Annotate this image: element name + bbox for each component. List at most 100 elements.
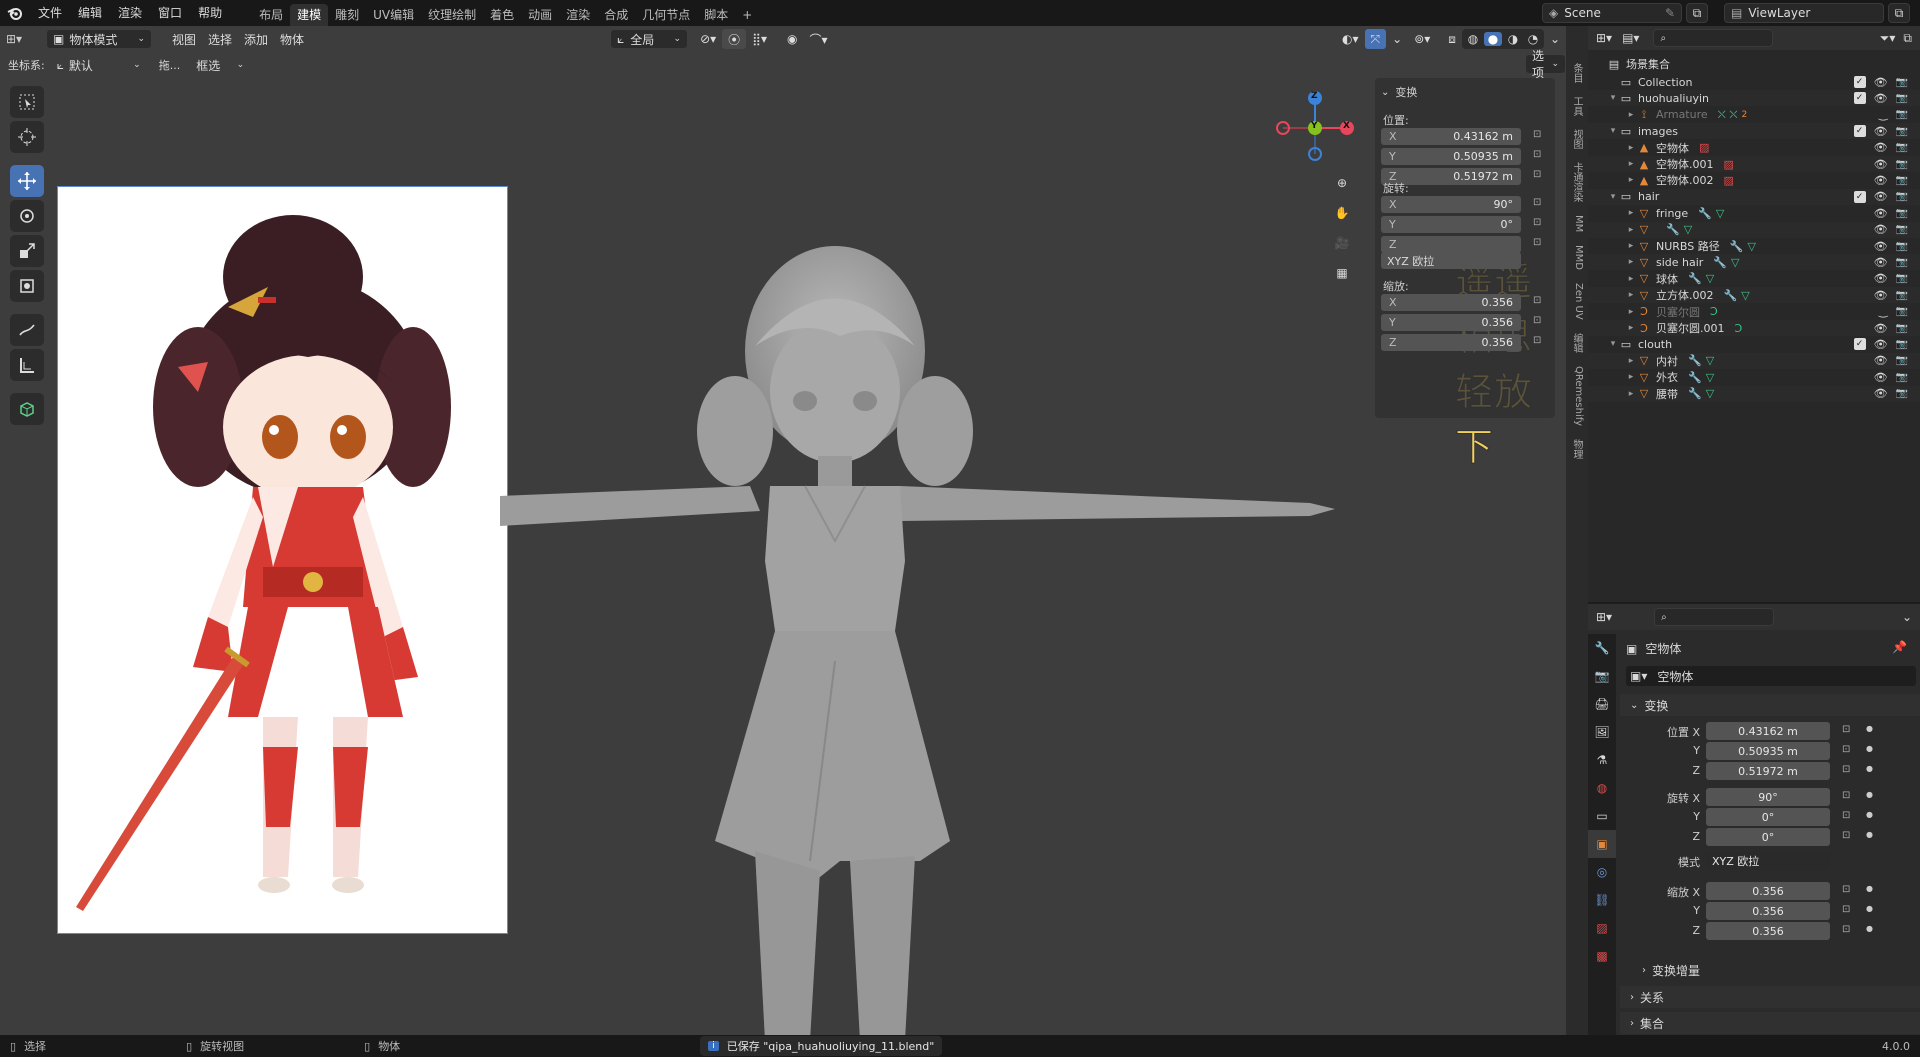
lock-icon[interactable]: ⊡ <box>1533 237 1541 248</box>
lock-icon[interactable]: ⊡ <box>1533 169 1541 180</box>
lock-icon[interactable]: ⊡ <box>1842 924 1850 935</box>
outliner-search-input[interactable]: ⌕ <box>1653 29 1774 47</box>
mesh-data-icon[interactable]: ▽ <box>1747 240 1755 253</box>
eye-icon[interactable]: 👁 <box>1874 371 1888 384</box>
camera-render-icon[interactable]: 📷 <box>1896 273 1908 284</box>
viewport-menu-item[interactable]: 视图 <box>166 29 202 49</box>
overlay-toggle-icon[interactable]: ⊚▾ <box>1408 29 1436 49</box>
chevron-down-icon[interactable]: ⌄ <box>1381 87 1389 98</box>
mesh-data-icon[interactable]: ▽ <box>1731 256 1739 269</box>
add-workspace-button[interactable]: + <box>735 4 759 26</box>
keyframe-dot-icon[interactable]: ● <box>1866 904 1873 913</box>
modifier-wrench-icon[interactable]: 🔧 <box>1688 272 1702 285</box>
sidebar-tab[interactable]: 视图 <box>1569 124 1585 154</box>
keyframe-dot-icon[interactable]: ● <box>1866 764 1873 773</box>
expand-toggle-icon[interactable]: ▾ <box>1608 192 1618 202</box>
image-data-icon[interactable]: ▨ <box>1699 141 1709 154</box>
scale-field[interactable]: Y 0.356 ⊡ <box>1381 314 1541 331</box>
sidebar-tab[interactable]: 工具 <box>1569 91 1585 121</box>
lock-icon[interactable]: ⊡ <box>1533 295 1541 306</box>
expand-toggle-icon[interactable]: ▸ <box>1626 274 1636 284</box>
camera-render-icon[interactable]: 📷 <box>1896 191 1908 202</box>
grid-view-icon[interactable]: ▦ <box>1330 261 1354 285</box>
snap-icon[interactable]: ⦿ <box>722 29 747 49</box>
expand-toggle-icon[interactable]: ▸ <box>1626 372 1636 382</box>
viewport-menu-item[interactable]: 选择 <box>202 29 238 49</box>
camera-render-icon[interactable]: 📷 <box>1896 306 1908 317</box>
editor-type-icon[interactable]: ⊞▾ <box>1596 610 1612 624</box>
object-name-input[interactable]: ▣▾ 空物体 <box>1626 666 1916 686</box>
editor-type-icon[interactable]: ⊞▾ <box>1596 31 1612 45</box>
eye-icon[interactable]: 👁 <box>1874 289 1888 302</box>
eye-icon[interactable]: 👁 <box>1874 240 1888 253</box>
new-scene-button[interactable]: ⧉ <box>1686 3 1708 23</box>
modifier-wrench-icon[interactable]: 🔧 <box>1688 387 1702 400</box>
data-icon[interactable]: ▨ <box>1588 914 1616 942</box>
transform-section-header[interactable]: ⌄ 变换 <box>1620 694 1920 716</box>
keyframe-dot-icon[interactable]: ● <box>1866 744 1873 753</box>
mesh-data-icon[interactable]: ▽ <box>1684 223 1692 236</box>
property-field[interactable]: 0.356 <box>1706 922 1830 940</box>
modifier-wrench-icon[interactable]: 🔧 <box>1688 354 1702 367</box>
editor-type-button[interactable]: ⊞▾ <box>0 29 46 49</box>
rotation-field[interactable]: X 90° ⊡ <box>1381 196 1541 213</box>
expand-toggle-icon[interactable]: ▸ <box>1626 208 1636 218</box>
camera-render-icon[interactable]: 📷 <box>1896 224 1908 235</box>
object-icon[interactable]: ▣ <box>1588 830 1616 858</box>
modifier-wrench-icon[interactable]: 🔧 <box>1698 207 1712 220</box>
expand-toggle-icon[interactable]: ▸ <box>1626 389 1636 399</box>
expand-toggle-icon[interactable]: ▸ <box>1626 225 1636 235</box>
outliner-row[interactable]: ▸ ▲ 空物体.001 ▨ 👁 📷 <box>1588 156 1920 172</box>
outliner-row[interactable]: ▸ ▽ fringe 🔧 ▽ 👁 📷 <box>1588 205 1920 221</box>
transform-tool-icon[interactable] <box>10 270 44 302</box>
property-field[interactable]: 0.356 <box>1706 882 1830 900</box>
pivot-icon[interactable]: ⊘▾ <box>694 29 722 49</box>
tab-workspace[interactable]: 动画 <box>521 4 559 26</box>
proportional-edit-icon[interactable]: ◉ <box>781 29 803 49</box>
mesh-data-icon[interactable]: ▽ <box>1716 207 1724 220</box>
property-field[interactable]: 0° <box>1706 828 1830 846</box>
scene-collection-row[interactable]: ▤ 场景集合 <box>1588 54 1920 74</box>
scale-field[interactable]: X 0.356 ⊡ <box>1381 294 1541 311</box>
tab-workspace[interactable]: 脚本 <box>697 4 735 26</box>
tab-workspace[interactable]: 着色 <box>483 4 521 26</box>
menu-item[interactable]: 文件 <box>30 0 70 26</box>
lock-icon[interactable]: ⊡ <box>1533 149 1541 160</box>
camera-icon[interactable]: 🎥 <box>1330 231 1354 255</box>
delta-transform-section[interactable]: › 变换增量 <box>1620 960 1920 980</box>
new-view-layer-button[interactable]: ⧉ <box>1888 3 1910 23</box>
chevron-down-icon[interactable]: ⌄ <box>1386 29 1408 49</box>
camera-render-icon[interactable]: 📷 <box>1896 355 1908 366</box>
sidebar-tab[interactable]: 编辑 <box>1569 327 1585 358</box>
wireframe-shading-icon[interactable]: ◍ <box>1464 32 1482 46</box>
modifier-wrench-icon[interactable]: 🔧 <box>1724 289 1738 302</box>
camera-render-icon[interactable]: 📷 <box>1896 109 1908 120</box>
lock-icon[interactable]: ⊡ <box>1533 197 1541 208</box>
rotation-mode-dropdown[interactable]: XYZ 欧拉 <box>1381 252 1521 269</box>
camera-render-icon[interactable]: 📷 <box>1896 208 1908 219</box>
tab-workspace[interactable]: 合成 <box>597 4 635 26</box>
outliner-row[interactable]: ▸ ▽ 腰带 🔧 ▽ 👁 📷 <box>1588 385 1920 402</box>
3d-viewport[interactable]: ⊞▾ ▣ 物体模式 ⌄ 视图 选择 添加 物体 ⟀ 全局 ⌄ ⊘▾ ⦿ ⣿▾ ◉ ⌒▾… <box>0 26 1566 1035</box>
property-field[interactable]: 90° <box>1706 788 1830 806</box>
modifier-wrench-icon[interactable]: 🔧 <box>1688 371 1702 384</box>
eye-icon[interactable]: 👁 <box>1874 141 1888 154</box>
tab-workspace[interactable]: 建模 <box>290 4 329 26</box>
curve-data-icon[interactable]: Ↄ <box>1710 305 1718 318</box>
outliner-row[interactable]: ▾ ▭ hair ✓ 👁 📷 <box>1588 188 1920 205</box>
filter-icon[interactable]: ⏷▾ <box>1880 31 1896 46</box>
eye-icon[interactable]: 👁 <box>1874 272 1888 285</box>
view-layer-selector[interactable]: ▤ ViewLayer <box>1724 3 1884 23</box>
tab-workspace[interactable]: 几何节点 <box>635 4 697 26</box>
outliner-row[interactable]: ▸ ▽ 球体 🔧 ▽ 👁 📷 <box>1588 271 1920 287</box>
scale-tool-icon[interactable] <box>10 235 44 267</box>
lock-icon[interactable]: ⊡ <box>1533 335 1541 346</box>
outliner-row[interactable]: ▸ ▽ 🔧 ▽ 👁 📷 <box>1588 221 1920 238</box>
expand-toggle-icon[interactable]: ▸ <box>1626 143 1636 153</box>
viewport-menu-item[interactable]: 添加 <box>238 29 274 49</box>
mesh-data-icon[interactable]: ▽ <box>1706 371 1714 384</box>
outliner-row[interactable]: ▾ ▭ clouth ✓ 👁 📷 <box>1588 336 1920 352</box>
collection-icon[interactable]: ▭ <box>1588 802 1616 830</box>
rotation-field[interactable]: Z ⊡ <box>1381 236 1541 253</box>
lock-icon[interactable]: ⊡ <box>1842 904 1850 915</box>
